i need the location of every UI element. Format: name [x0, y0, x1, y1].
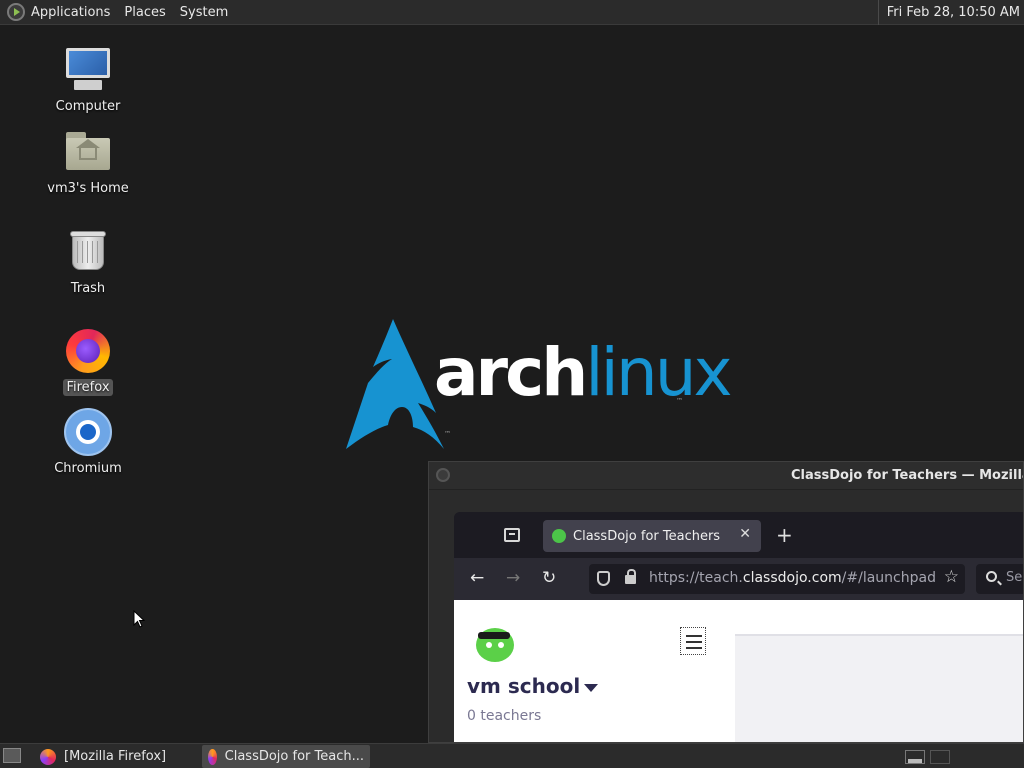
firefox-window[interactable]: ClassDojo for Teachers — Mozilla Firefox…: [428, 461, 1024, 743]
url-bar[interactable]: https://teach.classdojo.com/#/launchpad …: [589, 564, 965, 594]
window-menu-button[interactable]: [436, 468, 450, 482]
desktop-icon-home[interactable]: vm3's Home: [38, 128, 138, 197]
desktop-icon-label: Computer: [55, 99, 121, 114]
desktop-icon-label: Chromium: [54, 461, 122, 476]
url-host: classdojo.com: [742, 570, 842, 586]
tab-title: ClassDojo for Teachers: [573, 528, 721, 544]
navigation-bar: ← → ↻ https://teach.classdojo.com/#/laun…: [454, 558, 1023, 600]
bookmark-star-icon[interactable]: ☆: [944, 567, 959, 587]
computer-icon: [64, 46, 112, 94]
firefox-icon: [64, 327, 112, 375]
back-arrow-icon[interactable]: ←: [470, 568, 484, 588]
search-icon: [986, 571, 997, 582]
window-title: ClassDojo for Teachers — Mozilla Firefox: [791, 468, 1023, 483]
tracking-shield-icon[interactable]: [597, 571, 610, 586]
task-label: [Mozilla Firefox]: [64, 749, 167, 764]
new-tab-icon[interactable]: +: [776, 523, 793, 547]
url-text[interactable]: https://teach.classdojo.com/#/launchpad: [649, 570, 936, 586]
search-input[interactable]: Se: [976, 564, 1023, 594]
panel-clock[interactable]: Fri Feb 28, 10:50 AM: [877, 0, 1020, 25]
system-menu[interactable]: System: [173, 0, 235, 25]
task-label: ClassDojo for Teach...: [224, 749, 364, 764]
classdojo-favicon-icon: [552, 529, 566, 543]
tab-bar: ClassDojo for Teachers ✕ +: [454, 512, 1023, 558]
reload-icon[interactable]: ↻: [542, 568, 556, 588]
desktop-icon-firefox[interactable]: Firefox: [38, 327, 138, 396]
window-titlebar[interactable]: ClassDojo for Teachers — Mozilla Firefox: [429, 462, 1023, 490]
arch-wordmark: archlinux: [434, 333, 733, 413]
school-name[interactable]: vm school: [467, 674, 580, 698]
desktop-icon-label: vm3's Home: [47, 181, 129, 196]
url-prefix: https://teach.: [649, 570, 743, 586]
applications-menu-label: Applications: [31, 4, 111, 20]
tab-classdojo[interactable]: ClassDojo for Teachers ✕: [543, 520, 761, 552]
desktop-icon-label: Firefox: [63, 379, 113, 396]
chromium-icon: [64, 408, 112, 456]
firefox-view-icon[interactable]: [504, 528, 520, 542]
panel-menu-bar: Applications Places System: [0, 0, 235, 25]
desktop-icon-trash[interactable]: Trash: [38, 228, 138, 297]
teacher-count: 0 teachers: [467, 708, 542, 724]
trash-icon: [64, 228, 112, 276]
desktop-icon-label: Trash: [70, 281, 106, 296]
url-suffix: /#/launchpad: [841, 570, 936, 586]
close-tab-icon[interactable]: ✕: [739, 526, 751, 542]
desktop-icon-chromium[interactable]: Chromium: [38, 408, 138, 477]
mouse-pointer-icon: [133, 610, 145, 628]
main-panel: [735, 634, 1023, 742]
desktop-icon-computer[interactable]: Computer: [38, 46, 138, 115]
show-desktop-icon[interactable]: [3, 748, 21, 763]
distro-logo-icon: [7, 3, 25, 21]
search-placeholder: Se: [1006, 570, 1023, 585]
bottom-taskbar: [Mozilla Firefox] ClassDojo for Teach...: [0, 743, 1024, 768]
workspace-1-button[interactable]: [905, 750, 925, 764]
firefox-browser: ClassDojo for Teachers ✕ + ← → ↻ https:/…: [454, 512, 1023, 742]
firefox-icon: [208, 748, 217, 765]
arch-word-light: linux: [585, 334, 732, 411]
home-folder-icon: [64, 128, 112, 176]
lock-icon[interactable]: [625, 569, 636, 584]
firefox-icon: [40, 748, 56, 765]
school-dropdown-caret-icon[interactable]: [584, 684, 598, 692]
workspace-2-button[interactable]: [930, 750, 950, 764]
forward-arrow-icon[interactable]: →: [506, 568, 520, 588]
page-content: vm school 0 teachers: [454, 600, 1023, 742]
trademark-mark: ™: [444, 430, 451, 438]
applications-menu[interactable]: Applications: [0, 0, 117, 25]
arch-linux-logo: archlinux ™ ™: [340, 315, 733, 455]
task-mozilla-firefox[interactable]: [Mozilla Firefox]: [34, 745, 172, 768]
places-menu[interactable]: Places: [117, 0, 172, 25]
hamburger-menu-icon[interactable]: [680, 627, 706, 655]
trademark-mark: ™: [676, 397, 683, 405]
task-classdojo[interactable]: ClassDojo for Teach...: [202, 745, 370, 768]
arch-word-bold: arch: [434, 334, 588, 411]
top-panel: Applications Places System Fri Feb 28, 1…: [0, 0, 1024, 25]
classdojo-logo-icon[interactable]: [474, 622, 516, 662]
